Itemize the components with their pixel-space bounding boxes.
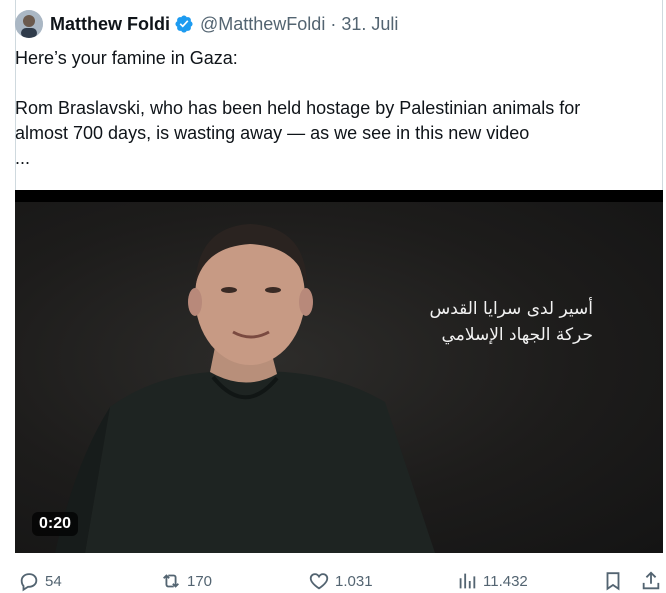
reply-button[interactable]: 54 (18, 570, 62, 592)
share-icon (642, 571, 660, 590)
tweet-text: Here’s your famine in Gaza: Rom Braslavs… (15, 46, 635, 171)
repost-button[interactable]: 170 (160, 570, 212, 592)
analytics-icon (459, 573, 476, 589)
video-timer: 0:20 (32, 512, 79, 536)
heart-icon (309, 573, 329, 590)
tweet-text-line: almost 700 days, is wasting away — as we… (15, 123, 530, 143)
repost-count: 170 (187, 572, 213, 590)
separator-dot: · (330, 13, 337, 34)
author-name[interactable]: Matthew Foldi (50, 14, 170, 35)
tweet-text-line: Here’s your famine in Gaza: (15, 48, 238, 68)
bookmark-button[interactable] (602, 570, 629, 592)
verified-badge-icon (174, 14, 194, 34)
repost-icon (163, 574, 179, 588)
reply-icon (20, 573, 38, 592)
video-player[interactable]: أسير لدى سرايا القدس حركة الجهاد الإسلام… (15, 190, 663, 553)
like-count: 1.031 (335, 572, 373, 590)
share-button[interactable] (640, 570, 666, 592)
caption-line: حركة الجهاد الإسلامي (441, 325, 593, 345)
avatar[interactable] (15, 10, 43, 38)
bookmark-icon (606, 572, 620, 591)
video-top-bar (15, 190, 663, 202)
tweet-date[interactable]: 31. Juli (341, 14, 398, 35)
views-count: 11.432 (483, 572, 528, 590)
caption-line: أسير لدى سرايا القدس (429, 299, 593, 319)
show-more-ellipsis[interactable]: ... (15, 146, 635, 171)
like-button[interactable]: 1.031 (308, 570, 373, 592)
video-overlay-caption: أسير لدى سرايا القدس حركة الجهاد الإسلام… (373, 296, 593, 348)
views-button[interactable]: 11.432 (456, 570, 528, 592)
author-handle[interactable]: @MatthewFoldi (200, 14, 325, 35)
tweet-header: Matthew Foldi @MatthewFoldi · 31. Juli (15, 10, 398, 38)
tweet-text-line: Rom Braslavski, who has been held hostag… (15, 98, 581, 118)
video-frame-person (55, 224, 435, 553)
reply-count: 54 (45, 572, 62, 590)
tweet-actions: 54 170 1.031 11.432 (0, 567, 666, 593)
